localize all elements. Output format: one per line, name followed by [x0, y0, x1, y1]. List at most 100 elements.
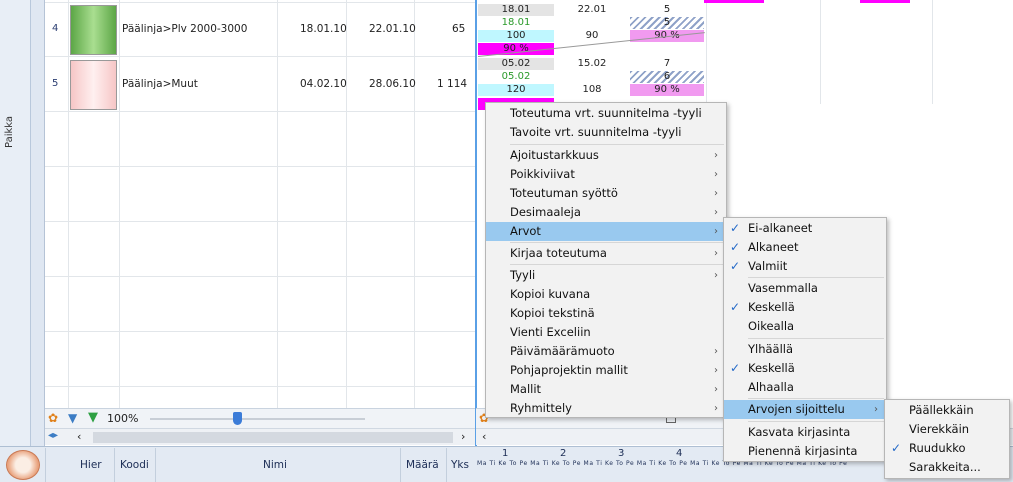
zoom-slider-thumb[interactable] — [233, 412, 242, 425]
menu-item-keskella-vertical[interactable]: ✓ Keskellä — [724, 359, 886, 378]
check-icon: ✓ — [730, 259, 741, 273]
menu-item-pienenna-kirjasinta[interactable]: Pienennä kirjasinta — [724, 442, 886, 461]
menu-item-arvot[interactable]: Arvot › — [486, 222, 726, 241]
arvot-submenu: ✓ Ei-alkaneet ✓ Alkaneet ✓ Valmiit Vasemmal… — [723, 217, 887, 462]
header-yks[interactable]: Yks — [451, 459, 469, 471]
check-icon: ✓ — [891, 441, 902, 455]
scroll-left-icon[interactable]: ‹ — [77, 430, 81, 443]
gantt-days: 7 — [663, 58, 671, 69]
chevron-right-icon: › — [714, 346, 718, 357]
left-toolbar: ✿ ▼ ▼ 100% — [45, 408, 475, 428]
gantt-percent: 90 % — [630, 84, 704, 96]
grid-line — [706, 0, 707, 104]
menu-item-ylhaalla[interactable]: Ylhäällä — [724, 340, 886, 359]
palette-icon[interactable]: ✿ — [48, 411, 58, 425]
menu-item-ajoitustarkkuus[interactable]: Ajoitustarkkuus › — [486, 146, 726, 165]
splitter[interactable] — [475, 0, 477, 446]
gantt-end: 15.02 — [577, 58, 607, 69]
header-maara[interactable]: Määrä — [406, 459, 439, 471]
menu-item-kopioi-tekstina[interactable]: Kopioi tekstinä — [486, 304, 726, 323]
chevron-right-icon: › — [714, 248, 718, 259]
menu-item-vienti-exceliin[interactable]: Vienti Exceliin — [486, 323, 726, 342]
start-date: 04.02.10 — [300, 78, 347, 90]
funnel-icon[interactable]: ▼ — [88, 410, 98, 425]
row-number: 4 — [52, 23, 59, 34]
menu-item-toteutuma-tyyli[interactable]: Toteutuma vrt. suunnitelma -tyyli — [486, 104, 726, 123]
chevron-right-icon: › — [714, 365, 718, 376]
grid-line — [45, 111, 475, 112]
menu-item-alkaneet[interactable]: ✓ Alkaneet — [724, 238, 886, 257]
task-name: Päälinja>Muut — [122, 78, 198, 90]
header-nimi[interactable]: Nimi — [263, 459, 287, 471]
scroll-left-icon[interactable]: ‹ — [482, 430, 486, 443]
menu-item-sarakkeita[interactable]: Sarakkeita... — [885, 458, 1009, 477]
chevron-right-icon: › — [714, 188, 718, 199]
row-number-column — [31, 0, 45, 448]
menu-item-alhaalla[interactable]: Alhaalla — [724, 378, 886, 397]
check-icon: ✓ — [730, 240, 741, 254]
grid-line — [45, 276, 475, 277]
side-panel: Paikka — [0, 0, 31, 448]
grid-line — [45, 56, 475, 57]
grid-line — [45, 386, 475, 387]
horizontal-scrollbar[interactable]: ◂▸ ‹ › — [45, 428, 475, 445]
menu-item-paivamaaramuoto[interactable]: Päivämäärämuoto › — [486, 342, 726, 361]
menu-item-ryhmittely[interactable]: Ryhmittely › — [486, 399, 726, 418]
gantt-end: 22.01 — [577, 4, 607, 15]
nav-arrows-icon[interactable]: ◂▸ — [48, 430, 58, 441]
menu-item-ruudukko[interactable]: ✓ Ruudukko — [885, 439, 1009, 458]
gantt-bar — [860, 0, 910, 3]
menu-item-valmiit[interactable]: ✓ Valmiit — [724, 257, 886, 276]
zoom-slider-track[interactable] — [150, 418, 365, 420]
week-label: 3 — [618, 448, 625, 459]
gantt-actual-days: 6 — [630, 71, 704, 83]
menu-item-mallit[interactable]: Mallit › — [486, 380, 726, 399]
chevron-right-icon: › — [714, 226, 718, 237]
clock-icon[interactable] — [6, 450, 40, 480]
week-label: 1 — [502, 448, 509, 459]
filter-icon[interactable]: ▼ — [68, 411, 77, 425]
chevron-right-icon: › — [714, 207, 718, 218]
gantt-actual: 108 — [582, 84, 602, 95]
chevron-right-icon: › — [714, 150, 718, 161]
grid-line — [45, 166, 475, 167]
week-label: 4 — [676, 448, 683, 459]
menu-item-keskella-horizontal[interactable]: ✓ Keskellä — [724, 298, 886, 317]
task-name: Päälinja>Plv 2000-3000 — [122, 23, 248, 35]
menu-item-pohjaprojektin-mallit[interactable]: Pohjaprojektin mallit › — [486, 361, 726, 380]
menu-item-paallekkain[interactable]: Päällekkäin — [885, 401, 1009, 420]
menu-item-vierekkain[interactable]: Vierekkäin — [885, 420, 1009, 439]
menu-item-toteutuman-syotto[interactable]: Toteutuman syöttö › — [486, 184, 726, 203]
scroll-track[interactable] — [93, 432, 453, 443]
header-koodi[interactable]: Koodi — [120, 459, 149, 471]
menu-item-vasemmalla[interactable]: Vasemmalla — [724, 279, 886, 298]
week-label: 2 — [560, 448, 567, 459]
check-icon: ✓ — [730, 221, 741, 235]
gantt-planned: 120 — [478, 84, 554, 96]
color-swatch — [70, 60, 117, 110]
menu-item-kasvata-kirjasinta[interactable]: Kasvata kirjasinta — [724, 423, 886, 442]
chevron-right-icon: › — [874, 404, 878, 415]
gantt-days: 5 — [663, 4, 671, 15]
gantt-bar — [704, 0, 764, 3]
gantt-start: 05.02 — [478, 58, 554, 70]
menu-item-ei-alkaneet[interactable]: ✓ Ei-alkaneet — [724, 219, 886, 238]
menu-item-oikealla[interactable]: Oikealla — [724, 317, 886, 336]
menu-item-kirjaa-toteutuma[interactable]: Kirjaa toteutuma › — [486, 244, 726, 263]
end-date: 28.06.10 — [369, 78, 416, 90]
menu-item-tyyli[interactable]: Tyyli › — [486, 266, 726, 285]
menu-item-tavoite-tyyli[interactable]: Tavoite vrt. suunnitelma -tyyli — [486, 123, 726, 142]
menu-item-arvojen-sijoittelu[interactable]: Arvojen sijoittelu › — [724, 400, 886, 419]
gantt-planned: 100 — [478, 30, 554, 42]
grid-line — [820, 0, 821, 104]
grid-line — [414, 0, 415, 408]
gantt-actual-start: 18.01 — [501, 17, 531, 28]
menu-item-kopioi-kuvana[interactable]: Kopioi kuvana — [486, 285, 726, 304]
check-icon: ✓ — [730, 300, 741, 314]
grid-line — [346, 0, 347, 408]
menu-item-poikkiviivat[interactable]: Poikkiviivat › — [486, 165, 726, 184]
row-number: 5 — [52, 78, 59, 89]
header-hier[interactable]: Hier — [80, 459, 102, 471]
menu-item-desimaaleja[interactable]: Desimaaleja › — [486, 203, 726, 222]
scroll-right-icon[interactable]: › — [461, 430, 465, 443]
